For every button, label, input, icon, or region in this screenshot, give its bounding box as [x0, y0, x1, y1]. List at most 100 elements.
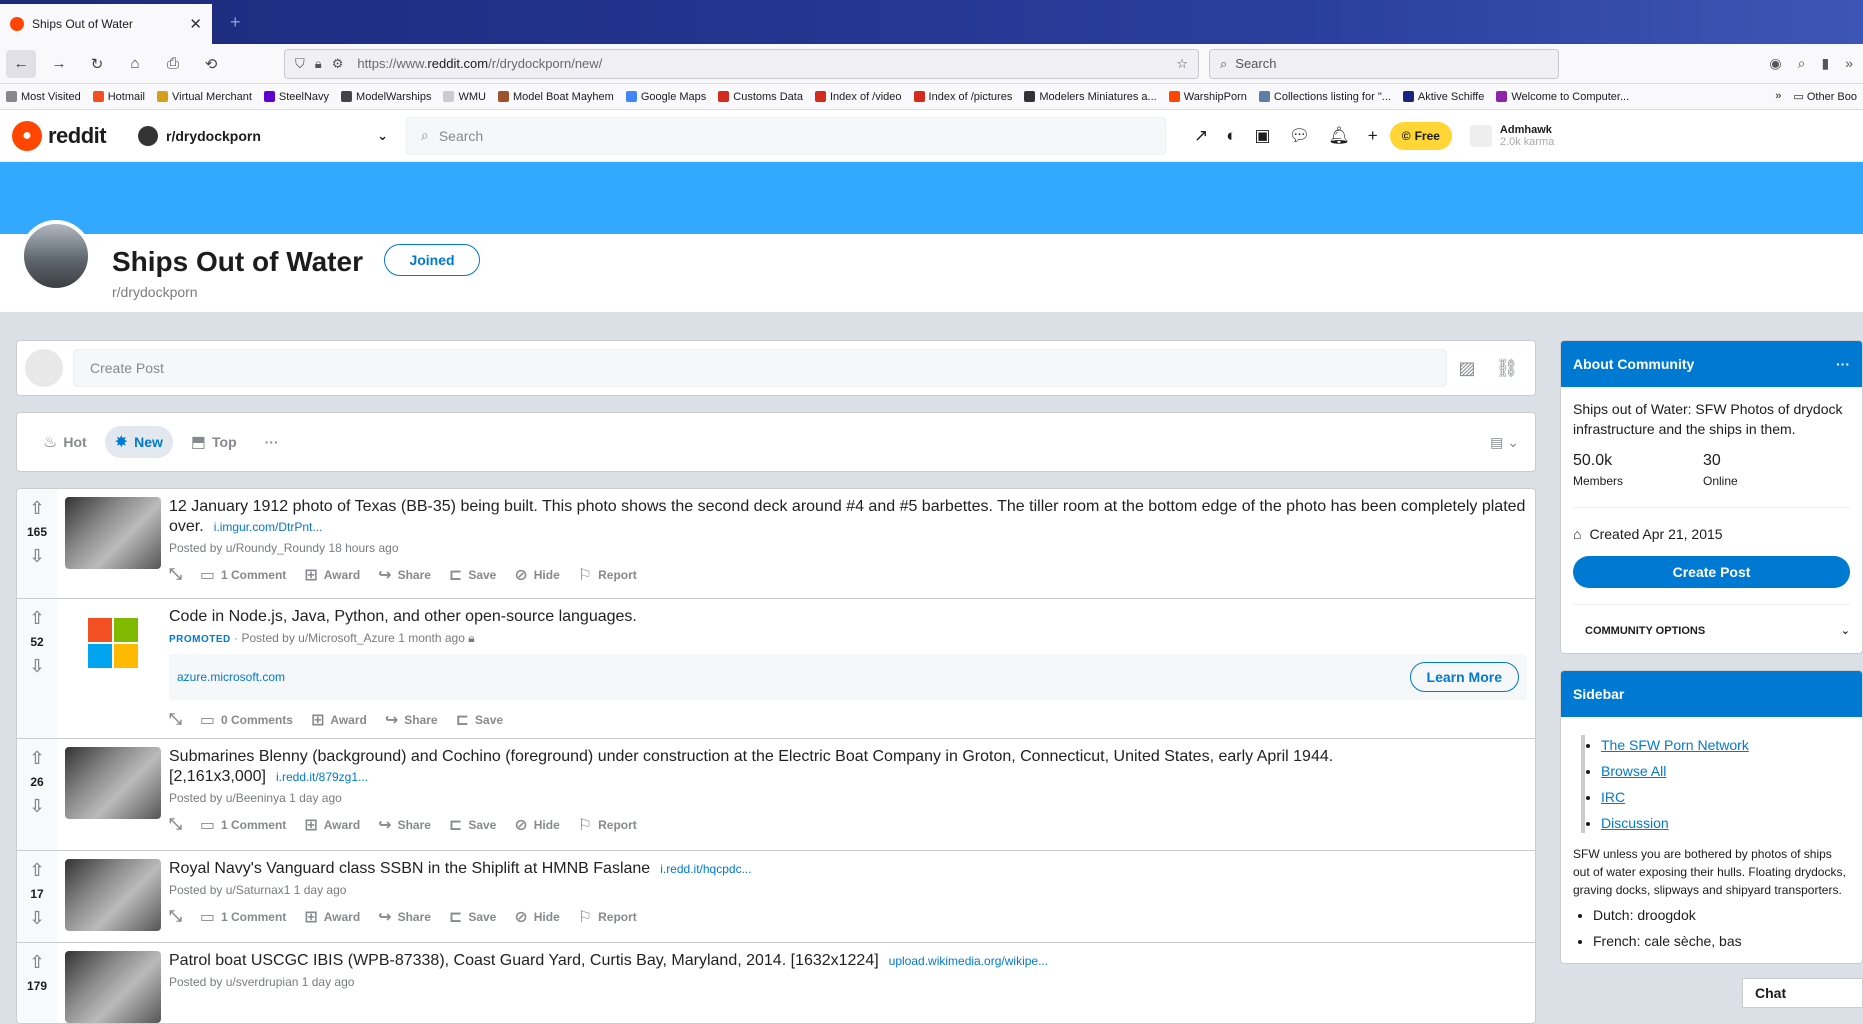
post-link[interactable]: i.imgur.com/DtrPnt... — [214, 520, 323, 534]
bookmark-item[interactable]: WarshipPorn — [1168, 91, 1247, 103]
link-icon[interactable]: ⛓ — [1487, 358, 1527, 379]
post-item[interactable]: ⇧ 165 ⇩ 12 January 1912 photo of Texas (… — [17, 489, 1535, 599]
bookmark-item[interactable]: SteelNavy — [263, 91, 329, 103]
chevron-right-icon[interactable]: » — [1775, 90, 1781, 103]
share-button[interactable]: ↪ Share — [378, 815, 431, 835]
upvote-icon[interactable]: ⇧ — [29, 953, 44, 971]
downvote-icon[interactable]: ⇩ — [29, 797, 44, 815]
discussion-link[interactable]: Discussion — [1601, 815, 1669, 831]
bookmark-item[interactable]: Modelers Miniatures a... — [1024, 91, 1157, 103]
post-item[interactable]: ⇧ 26 ⇩ Submarines Blenny (background) an… — [17, 739, 1535, 851]
sfw-network-link[interactable]: The SFW Porn Network — [1601, 737, 1749, 753]
shield-icon[interactable]: ⛉ — [295, 56, 305, 72]
expand-button[interactable]: ⤡ — [169, 711, 182, 729]
downvote-icon[interactable]: ⇩ — [29, 909, 44, 927]
bookmark-item[interactable]: Welcome to Computer... — [1496, 91, 1629, 103]
browser-tab[interactable]: Ships Out of Water ✕ — [0, 4, 212, 44]
learn-more-button[interactable]: Learn More — [1409, 662, 1519, 692]
post-title[interactable]: Patrol boat USCGC IBIS (WPB-87338), Coas… — [169, 952, 879, 969]
popular-icon[interactable]: ↗ — [1194, 126, 1208, 146]
microsoft-logo[interactable] — [65, 607, 161, 679]
bookmark-item[interactable]: WMU — [443, 91, 486, 103]
more-options-icon[interactable]: ··· — [1836, 356, 1850, 372]
report-button[interactable]: ⚐ Report — [578, 815, 637, 835]
report-button[interactable]: ⚐ Report — [578, 565, 637, 585]
bookmark-item[interactable]: Google Maps — [625, 91, 706, 103]
history-icon[interactable]: ⟲ — [196, 50, 226, 78]
community-options-toggle[interactable]: COMMUNITY OPTIONS ⌄ — [1573, 604, 1850, 641]
upvote-icon[interactable]: ⇧ — [29, 609, 44, 627]
post-link[interactable]: i.redd.it/hqcpdc... — [660, 862, 751, 876]
upvote-icon[interactable]: ⇧ — [29, 749, 44, 767]
upvote-icon[interactable]: ⇧ — [29, 499, 44, 517]
browse-all-link[interactable]: Browse All — [1601, 763, 1666, 779]
sort-more-button[interactable]: ··· — [255, 428, 289, 456]
save-button[interactable]: ⊏ Save — [449, 907, 496, 927]
image-upload-icon[interactable]: ▨ — [1447, 358, 1487, 379]
joined-button[interactable]: Joined — [384, 244, 480, 276]
downvote-icon[interactable]: ⇩ — [29, 657, 44, 675]
report-button[interactable]: ⚐ Report — [578, 907, 637, 927]
post-item[interactable]: ⇧ 17 ⇩ Royal Navy's Vanguard class SSBN … — [17, 851, 1535, 943]
comments-button[interactable]: ▭ 1 Comment — [200, 907, 286, 927]
bookmark-item[interactable]: Hotmail — [92, 91, 145, 103]
video-icon[interactable]: ▣ — [1255, 126, 1271, 146]
home-icon[interactable]: ⌂ — [120, 50, 150, 78]
share-button[interactable]: ↪ Share — [378, 565, 431, 585]
url-text[interactable]: https://www.reddit.com/r/drydockporn/new… — [357, 56, 1176, 71]
notifications-icon[interactable]: 🔔︎ — [1328, 126, 1350, 146]
post-title[interactable]: 12 January 1912 photo of Texas (BB-35) b… — [169, 498, 1525, 535]
reddit-search-input[interactable]: ⌕ Search — [406, 116, 1166, 155]
comments-button[interactable]: ▭ 0 Comments — [200, 710, 293, 730]
award-button[interactable]: ⊞ Award — [311, 710, 367, 730]
post-thumbnail[interactable] — [65, 497, 161, 569]
user-menu[interactable]: Admhawk 2.0k karma — [1469, 124, 1554, 148]
view-layout-icon[interactable]: ▤ ⌄ — [1490, 434, 1519, 451]
url-bar[interactable]: ⛉ 🔒︎ ⚙ https://www.reddit.com/r/drydockp… — [284, 48, 1199, 79]
upvote-icon[interactable]: ⇧ — [29, 861, 44, 879]
downvote-icon[interactable]: ⇩ — [29, 547, 44, 565]
permissions-icon[interactable]: ⚙ — [332, 56, 344, 72]
create-post-input[interactable]: Create Post — [73, 349, 1447, 387]
subreddit-selector[interactable]: r/drydockporn ⌄ — [138, 125, 388, 146]
sort-new-button[interactable]: ✸ New — [104, 426, 173, 458]
sort-hot-button[interactable]: ♨ Hot — [33, 426, 97, 458]
bookmark-item[interactable]: Collections listing for "... — [1258, 91, 1391, 103]
post-title[interactable]: Code in Node.js, Java, Python, and other… — [169, 607, 1527, 627]
bookmark-item[interactable]: Aktive Schiffe — [1402, 91, 1484, 103]
save-button[interactable]: ⊏ Save — [449, 565, 496, 585]
promo-link-box[interactable]: azure.microsoft.com Learn More — [169, 654, 1527, 700]
hide-button[interactable]: ⊘ Hide — [514, 907, 559, 927]
expand-button[interactable]: ⤡ — [169, 566, 182, 584]
comments-button[interactable]: ▭ 1 Comment — [200, 565, 286, 585]
post-thumbnail[interactable] — [65, 747, 161, 819]
comments-button[interactable]: ▭ 1 Comment — [200, 815, 286, 835]
other-bookmarks-folder[interactable]: ▭ Other Boo — [1793, 90, 1857, 103]
forward-icon[interactable]: → — [44, 50, 74, 78]
bookmark-item[interactable]: ModelWarships — [341, 91, 431, 103]
post-title[interactable]: Royal Navy's Vanguard class SSBN in the … — [169, 860, 650, 877]
expand-button[interactable]: ⤡ — [169, 816, 182, 834]
reddit-logo[interactable]: ● reddit — [12, 120, 130, 151]
overflow-icon[interactable]: » — [1845, 55, 1853, 72]
bookmark-item[interactable]: Index of /video — [814, 91, 902, 103]
share-button[interactable]: ↪ Share — [385, 710, 438, 730]
bookmark-item[interactable]: Virtual Merchant — [157, 91, 252, 103]
chat-icon[interactable]: 💬︎ — [1289, 126, 1311, 146]
bookmark-star-icon[interactable]: ☆ — [1176, 56, 1188, 72]
promoted-post[interactable]: ⇧ 52 ⇩ Code in Node.js, Java, Python, an… — [17, 599, 1535, 739]
sort-top-button[interactable]: ⬒ Top — [181, 426, 247, 458]
post-item[interactable]: ⇧ 179 Patrol boat USCGC IBIS (WPB-87338)… — [17, 943, 1535, 1023]
reload-icon[interactable]: ↻ — [82, 50, 112, 78]
extension-icon[interactable]: ▮ — [1821, 55, 1829, 72]
coins-icon[interactable]: ◐ — [1226, 126, 1236, 146]
promo-url[interactable]: azure.microsoft.com — [177, 670, 285, 684]
sidebar-create-post-button[interactable]: Create Post — [1573, 556, 1850, 588]
free-premium-button[interactable]: © Free — [1389, 121, 1452, 150]
irc-link[interactable]: IRC — [1601, 789, 1625, 805]
bookmark-item[interactable]: Customs Data — [718, 91, 803, 103]
expand-button[interactable]: ⤡ — [169, 908, 182, 926]
lock-icon[interactable]: 🔒︎ — [315, 56, 322, 72]
award-button[interactable]: ⊞ Award — [304, 907, 360, 927]
post-thumbnail[interactable] — [65, 859, 161, 931]
